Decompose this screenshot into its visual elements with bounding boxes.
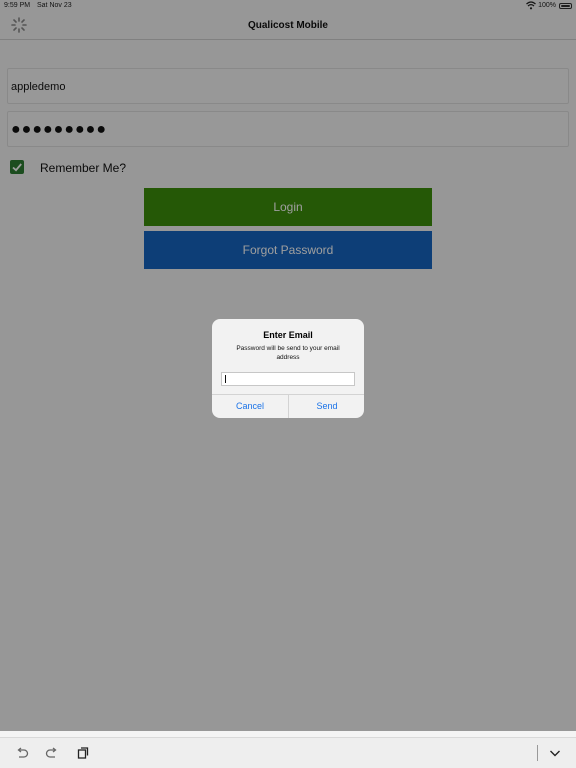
send-button[interactable]: Send	[289, 395, 364, 418]
chevron-down-icon[interactable]	[548, 746, 562, 760]
redo-icon[interactable]	[45, 746, 59, 760]
keyboard-shortcut-bar	[0, 737, 576, 768]
dialog-title: Enter Email	[263, 330, 313, 340]
clipboard-icon[interactable]	[76, 746, 90, 760]
undo-icon[interactable]	[15, 746, 29, 760]
dialog-message: Password will be send to your email addr…	[236, 345, 340, 361]
toolbar-divider	[537, 745, 538, 761]
email-field[interactable]	[221, 372, 355, 386]
text-cursor	[225, 375, 226, 383]
enter-email-dialog: Enter Email Password will be send to you…	[212, 319, 364, 418]
cancel-button[interactable]: Cancel	[212, 395, 288, 418]
